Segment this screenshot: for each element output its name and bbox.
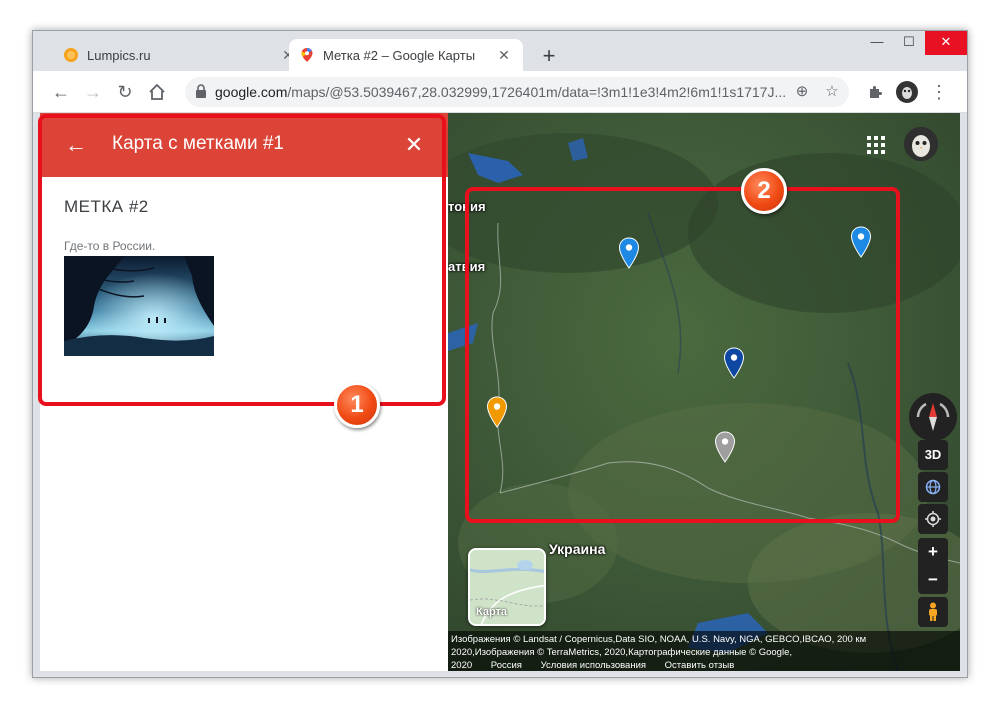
google-apps-grid-icon[interactable] (864, 133, 888, 157)
minimize-button[interactable]: — (861, 31, 893, 55)
map-attribution-footer: Изображения © Landsat / Copernicus,Data … (448, 631, 960, 671)
footer-feedback-link[interactable]: Оставить отзыв (665, 660, 735, 671)
attribution-line-2: 2020,Изображения © TerraMetrics, 2020,Ка… (451, 647, 792, 658)
orange-circle-icon (64, 48, 78, 62)
lock-icon (196, 84, 206, 98)
my-location-button[interactable] (918, 504, 948, 534)
attribution-line-1: Изображения © Landsat / Copernicus,Data … (451, 634, 867, 645)
pegman-icon (929, 602, 937, 621)
callout-box-panel (38, 114, 446, 406)
globe-icon (925, 479, 941, 495)
new-tab-button[interactable]: + (537, 45, 561, 69)
map-label-ukraine: Украина (549, 541, 606, 557)
footer-country-link[interactable]: Россия (491, 660, 522, 671)
tab-strip: Lumpics.ru ✕ Метка #2 – Google Карты ✕ +… (33, 31, 967, 71)
tab-title: Lumpics.ru (87, 47, 151, 63)
tab-title: Метка #2 – Google Карты (323, 47, 476, 63)
callout-badge-2: 2 (741, 168, 787, 214)
3d-toggle-button[interactable]: 3D (918, 440, 948, 470)
callout-badge-1: 1 (334, 382, 380, 428)
footer-terms-link[interactable]: Условия использования (541, 660, 646, 671)
extensions-puzzle-icon[interactable] (861, 78, 889, 106)
map-layer-toggle[interactable]: Карта (468, 548, 546, 626)
footer-links: 2020 Россия Условия использования Остави… (451, 659, 957, 671)
tab-lumpics[interactable]: Lumpics.ru ✕ (53, 39, 307, 71)
location-target-icon (925, 511, 941, 527)
reload-icon[interactable]: ↻ (111, 78, 139, 106)
google-maps-pin-icon (301, 48, 313, 62)
tab-close-icon[interactable]: ✕ (495, 46, 513, 64)
forward-arrow-icon[interactable]: → (79, 78, 107, 106)
layer-label: Карта (476, 606, 508, 618)
address-bar[interactable]: google.com/maps/@53.5039467,28.032999,17… (185, 77, 849, 107)
bookmark-star-icon[interactable]: ☆ (819, 79, 845, 105)
back-arrow-icon[interactable]: ← (47, 78, 75, 106)
profile-avatar-icon[interactable] (893, 78, 921, 106)
url-text: google.com/maps/@53.5039467,28.032999,17… (215, 84, 785, 100)
close-window-button[interactable]: ✕ (925, 31, 967, 55)
add-circle-icon[interactable]: ⊕ (789, 79, 815, 105)
maximize-button[interactable]: ☐ (893, 31, 925, 55)
compass-control[interactable] (909, 393, 957, 441)
footer-year: 2020 (451, 660, 473, 671)
compass-icon (916, 402, 950, 431)
account-avatar[interactable] (904, 127, 938, 161)
url-path: /maps/@53.5039467,28.032999,1726401m/dat… (287, 84, 785, 100)
tab-google-maps[interactable]: Метка #2 – Google Карты ✕ (289, 39, 523, 71)
globe-view-button[interactable] (918, 472, 948, 502)
home-icon[interactable] (143, 78, 171, 106)
pegman-street-view-button[interactable] (918, 597, 948, 627)
zoom-in-button[interactable]: + (918, 538, 948, 566)
url-domain: google.com (215, 84, 288, 100)
callout-box-map (465, 187, 900, 523)
menu-kebab-icon[interactable]: ⋮ (925, 78, 953, 106)
zoom-out-button[interactable]: − (918, 566, 948, 594)
browser-toolbar: ← → ↻ google.com/maps/@53.5039467,28.032… (33, 71, 967, 113)
